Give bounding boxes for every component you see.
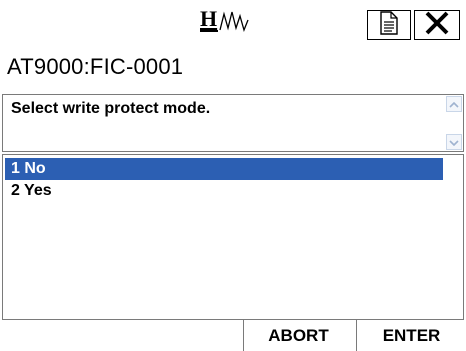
prompt-text: Select write protect mode. bbox=[11, 100, 211, 117]
prompt-scrollbar[interactable] bbox=[446, 96, 462, 150]
header-bar: H AT9000:FIC-0001 bbox=[0, 0, 466, 92]
abort-button[interactable]: ABORT bbox=[243, 320, 353, 351]
enter-button[interactable]: ENTER bbox=[356, 320, 466, 351]
action-bar: ABORT ENTER bbox=[0, 320, 466, 351]
close-button[interactable] bbox=[414, 10, 460, 40]
scroll-down-button[interactable] bbox=[446, 134, 462, 150]
hart-logo-icon: H bbox=[200, 6, 270, 38]
document-button[interactable] bbox=[367, 10, 411, 40]
device-tag: AT9000:FIC-0001 bbox=[7, 54, 184, 79]
scroll-up-button[interactable] bbox=[446, 96, 462, 112]
list-item-yes[interactable]: 2 Yes bbox=[5, 180, 443, 202]
options-list: 1 No 2 Yes bbox=[2, 154, 464, 320]
svg-text:H: H bbox=[200, 6, 217, 31]
chevron-up-icon bbox=[449, 95, 459, 113]
list-item-no[interactable]: 1 No bbox=[5, 158, 443, 180]
document-icon bbox=[379, 10, 399, 40]
chevron-down-icon bbox=[449, 133, 459, 151]
close-icon bbox=[424, 10, 450, 41]
prompt-box: Select write protect mode. bbox=[2, 94, 464, 152]
